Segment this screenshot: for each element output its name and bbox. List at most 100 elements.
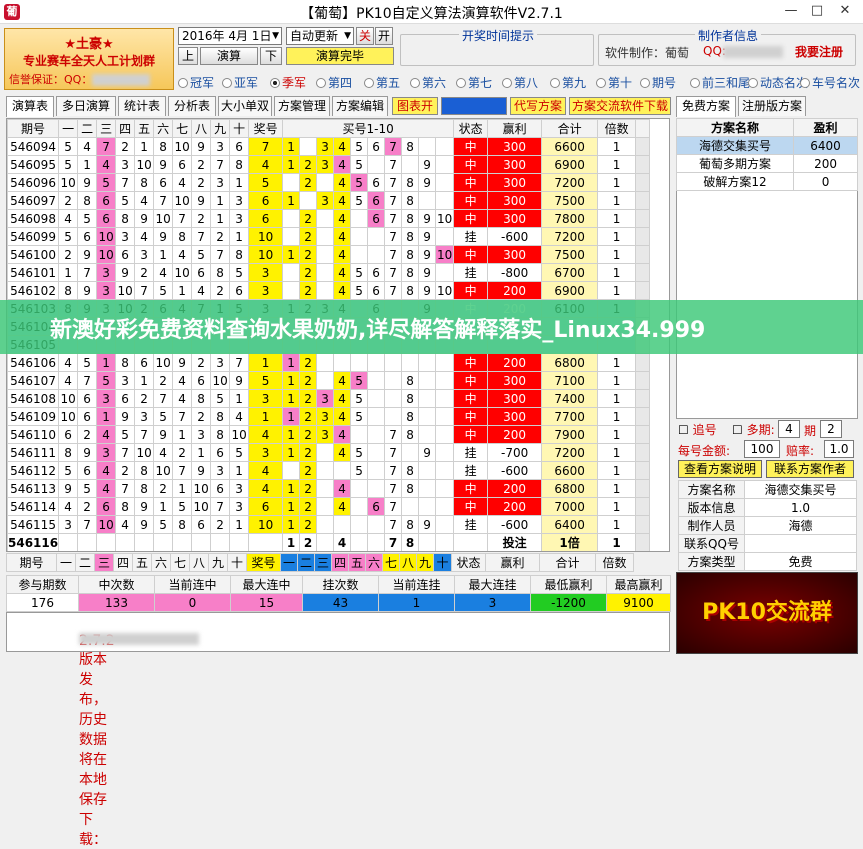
number-cell: 6 bbox=[77, 407, 98, 426]
table-row[interactable]: 546094 5 4 7 2 1 8 10 9 3 6 7 1 3 4 5 6 7 8 中 300 6600 1 bbox=[7, 137, 651, 156]
maximize-icon[interactable]: □ bbox=[808, 2, 826, 20]
scrollbar-track[interactable] bbox=[635, 443, 651, 462]
table-row[interactable]: 546100 2 9 10 6 3 1 4 5 7 8 10 1 2 4 7 8 9 10 中 300 7500 1 bbox=[7, 245, 651, 264]
period-input[interactable]: 2 bbox=[820, 420, 842, 438]
scrollbar-track[interactable] bbox=[635, 461, 651, 480]
table-row[interactable]: 546098 4 5 6 8 9 10 7 2 1 3 6 2 4 6 7 8 9 10 中 300 7800 1 bbox=[7, 209, 651, 228]
scrollbar-track[interactable] bbox=[635, 155, 651, 174]
radio-2[interactable]: 季军 bbox=[270, 74, 306, 91]
tab-2[interactable]: 统计表 bbox=[118, 96, 166, 116]
table-row[interactable]: 546095 5 1 4 3 10 9 6 2 7 8 4 1 2 3 4 5 7 9 中 300 6900 1 bbox=[7, 155, 651, 174]
stat-value: 9100 bbox=[606, 593, 671, 612]
table-row[interactable]: 546112 5 6 4 2 8 10 7 9 3 1 4 2 5 7 8 挂 -600 6600 1 bbox=[7, 461, 651, 480]
scrollbar-track[interactable] bbox=[635, 425, 651, 444]
prev-button[interactable]: 上 bbox=[178, 47, 198, 65]
radio-1[interactable]: 亚军 bbox=[222, 74, 258, 91]
table-row[interactable]: 546111 8 9 3 7 10 4 2 1 6 5 3 1 2 4 5 7 9 挂 -700 7200 1 bbox=[7, 443, 651, 462]
chart-toggle-button[interactable]: 图表开 bbox=[392, 97, 438, 115]
table-row[interactable]: 546107 4 7 5 3 1 2 4 6 10 9 5 1 2 4 5 8 中 300 7100 1 bbox=[7, 371, 651, 390]
table-row[interactable]: 546116 1 2 4 7 8 投注 1倍 1 bbox=[7, 533, 651, 551]
odds-input[interactable]: 1.0 bbox=[824, 440, 854, 458]
off-button[interactable]: 关 bbox=[356, 27, 374, 45]
proxy-plan-button[interactable]: 代写方案 bbox=[510, 97, 566, 115]
table-row[interactable]: 546113 9 5 4 7 8 2 1 10 6 3 4 1 2 4 7 8 中 200 6800 1 bbox=[7, 479, 651, 498]
number-cell: 5 bbox=[153, 515, 174, 534]
tab-4[interactable]: 大小单双 bbox=[218, 96, 272, 116]
tab-6[interactable]: 方案编辑 bbox=[332, 96, 388, 116]
scrollbar-track[interactable] bbox=[635, 281, 651, 300]
plan-row[interactable]: 葡萄多期方案 200 bbox=[675, 154, 858, 173]
radio-12[interactable]: 动态名次 bbox=[748, 74, 808, 91]
table-row[interactable]: 546099 5 6 10 3 4 9 8 7 2 1 10 2 4 7 8 9 挂 -600 7200 1 bbox=[7, 227, 651, 246]
radio-7[interactable]: 第八 bbox=[502, 74, 538, 91]
tab-5[interactable]: 方案管理 bbox=[274, 96, 330, 116]
minimize-icon[interactable]: — bbox=[782, 2, 800, 20]
table-row[interactable]: 546106 4 5 1 8 6 10 9 2 3 7 1 1 2 中 200 6800 1 bbox=[7, 353, 651, 372]
scrollbar-track[interactable] bbox=[635, 497, 651, 516]
scrollbar-track[interactable] bbox=[635, 479, 651, 498]
date-picker[interactable]: 2016年 4月 1日 ▼ bbox=[178, 27, 282, 45]
number-cell: 5 bbox=[153, 407, 174, 426]
scrollbar-track[interactable] bbox=[635, 245, 651, 264]
register-link[interactable]: 我要注册 bbox=[795, 43, 843, 60]
scrollbar-track[interactable] bbox=[635, 389, 651, 408]
view-plan-help-button[interactable]: 查看方案说明 bbox=[678, 460, 762, 478]
radio-11[interactable]: 前三和尾 bbox=[690, 74, 750, 91]
table-row[interactable]: 546115 3 7 10 4 9 5 8 6 2 1 10 1 2 7 8 9 挂 -600 6400 1 bbox=[7, 515, 651, 534]
scrollbar-top[interactable] bbox=[635, 119, 651, 138]
scrollbar-track[interactable] bbox=[635, 407, 651, 426]
tab-free-plans[interactable]: 免费方案 bbox=[676, 96, 736, 117]
tab-registered-plans[interactable]: 注册版方案 bbox=[738, 96, 806, 116]
scrollbar-track[interactable] bbox=[635, 263, 651, 282]
radio-4[interactable]: 第五 bbox=[364, 74, 400, 91]
scrollbar-track[interactable] bbox=[635, 191, 651, 210]
close-icon[interactable]: ✕ bbox=[836, 2, 854, 20]
table-row[interactable]: 546102 8 9 3 10 7 5 1 4 2 6 3 2 4 5 6 7 8 9 10 中 200 6900 1 bbox=[7, 281, 651, 300]
auto-update-select[interactable]: 自动更新 ▼ bbox=[286, 27, 354, 45]
table-row[interactable]: 546110 6 2 4 5 7 9 1 3 8 10 4 1 2 3 4 7 8 中 200 7900 1 bbox=[7, 425, 651, 444]
tab-1[interactable]: 多日演算 bbox=[56, 96, 116, 116]
radio-6[interactable]: 第七 bbox=[456, 74, 492, 91]
calc-button[interactable]: 演算 bbox=[200, 47, 258, 65]
table-row[interactable]: 546108 10 6 3 6 2 7 4 8 5 1 3 1 2 3 4 5 8 中 300 7400 1 bbox=[7, 389, 651, 408]
tab-3[interactable]: 分析表 bbox=[168, 96, 216, 116]
stat-label: 当前连中 bbox=[154, 575, 231, 594]
chase-checkbox[interactable]: ☐ 追号 bbox=[678, 421, 717, 438]
number-cell: 6 bbox=[210, 443, 231, 462]
pk10-group-logo[interactable]: PK10交流群 bbox=[676, 572, 858, 654]
radio-0[interactable]: 冠军 bbox=[178, 74, 214, 91]
table-row[interactable]: 546114 4 2 6 8 9 1 5 10 7 3 6 1 2 4 6 7 中 200 7000 1 bbox=[7, 497, 651, 516]
table-row[interactable]: 546097 2 8 6 5 4 7 10 9 1 3 6 1 3 4 5 6 7 8 中 300 7500 1 bbox=[7, 191, 651, 210]
table-row[interactable]: 546096 10 9 5 7 8 6 4 2 3 1 5 2 4 5 6 7 8 9 中 300 7200 1 bbox=[7, 173, 651, 192]
plan-row[interactable]: 破解方案12 0 bbox=[675, 172, 858, 191]
bet-number-cell: 8 bbox=[401, 137, 420, 156]
calc-done-button[interactable]: 演算完毕 bbox=[286, 47, 394, 65]
table-row[interactable]: 546109 10 6 1 9 3 5 7 2 8 4 1 1 2 3 4 5 8 中 300 7700 1 bbox=[7, 407, 651, 426]
scrollbar-track[interactable] bbox=[635, 353, 651, 372]
radio-13[interactable]: 车号名次 bbox=[800, 74, 860, 91]
scrollbar-track[interactable] bbox=[635, 371, 651, 390]
contact-author-button[interactable]: 联系方案作者 bbox=[766, 460, 854, 478]
download-button[interactable]: 方案交流软件下载 bbox=[569, 97, 671, 115]
number-cell: 8 bbox=[172, 515, 193, 534]
scrollbar-track[interactable] bbox=[635, 227, 651, 246]
multi-checkbox[interactable]: ☐ 多期: bbox=[732, 421, 775, 438]
promo-banner[interactable]: ★土豪★ 专业赛车全天人工计划群 信誉保证：QQ： bbox=[4, 28, 174, 90]
radio-8[interactable]: 第九 bbox=[550, 74, 586, 91]
scrollbar-track[interactable] bbox=[635, 515, 651, 534]
scrollbar-track[interactable] bbox=[635, 533, 651, 551]
scrollbar-track[interactable] bbox=[635, 137, 651, 156]
on-button[interactable]: 开 bbox=[375, 27, 393, 45]
next-button[interactable]: 下 bbox=[260, 47, 282, 65]
radio-3[interactable]: 第四 bbox=[316, 74, 352, 91]
radio-5[interactable]: 第六 bbox=[410, 74, 446, 91]
tab-0[interactable]: 演算表 bbox=[6, 96, 54, 117]
multi-input[interactable]: 4 bbox=[778, 420, 800, 438]
radio-10[interactable]: 期号 bbox=[640, 74, 676, 91]
bet-amount-input[interactable]: 100 bbox=[744, 440, 780, 458]
table-row[interactable]: 546101 1 7 3 9 2 4 10 6 8 5 3 2 4 5 6 7 8 9 挂 -800 6700 1 bbox=[7, 263, 651, 282]
plan-row[interactable]: 海德交集买号 6400 bbox=[675, 136, 858, 155]
radio-9[interactable]: 第十 bbox=[596, 74, 632, 91]
scrollbar-track[interactable] bbox=[635, 173, 651, 192]
scrollbar-track[interactable] bbox=[635, 209, 651, 228]
